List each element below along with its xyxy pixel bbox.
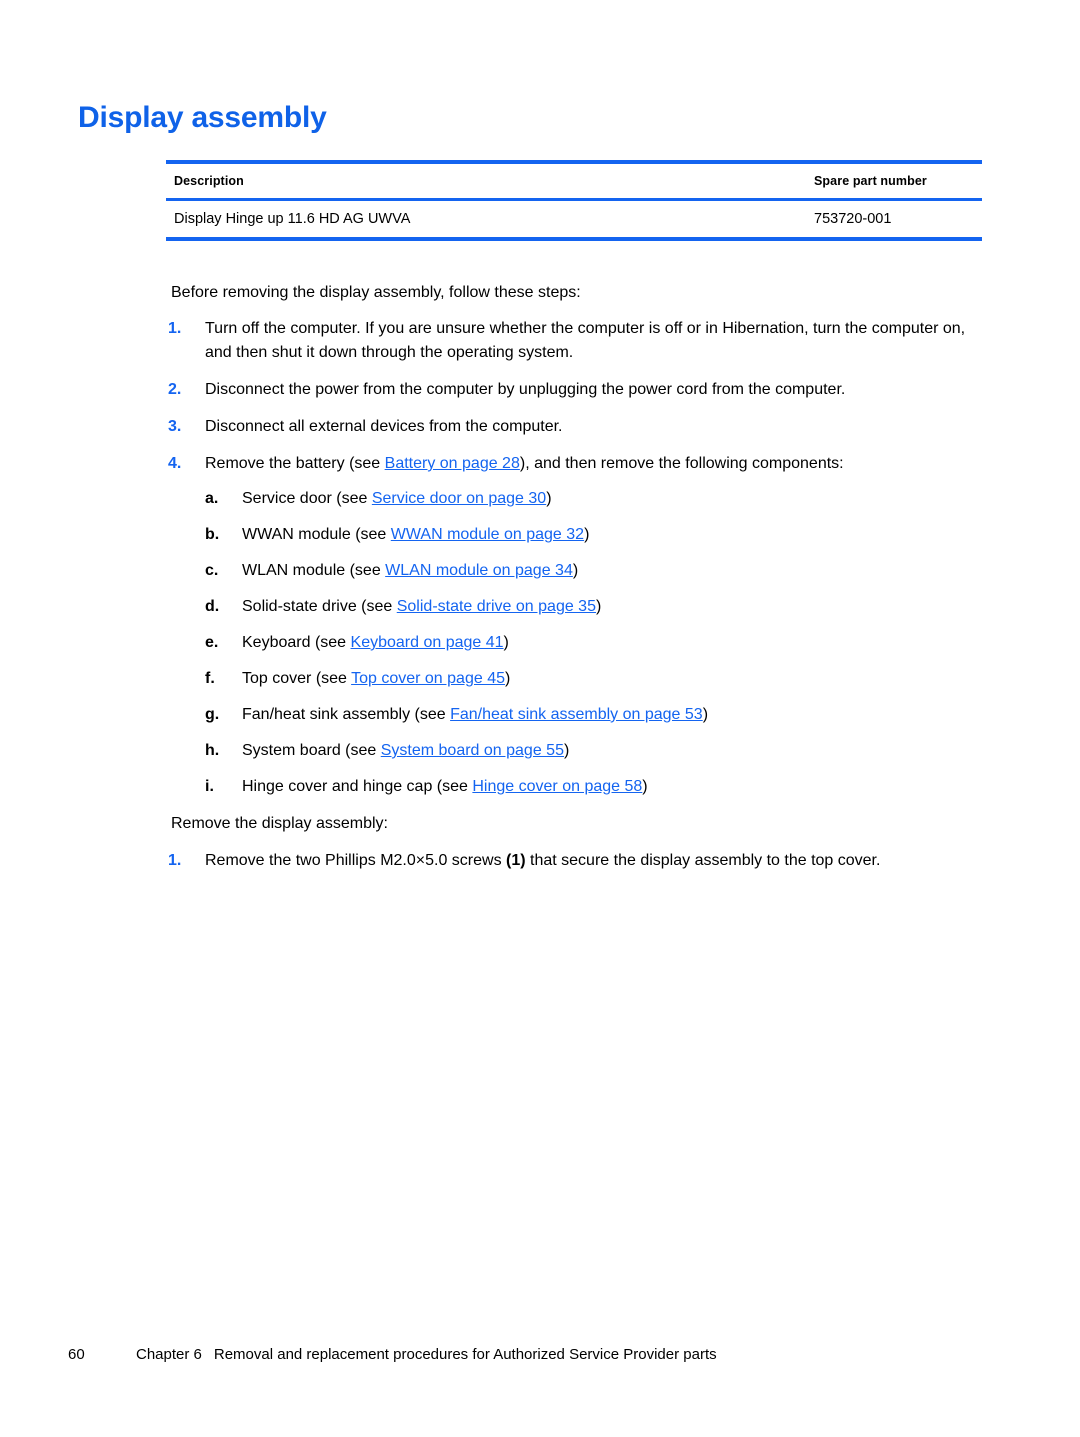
substep-text-prefix: Keyboard (see — [242, 634, 351, 651]
preparation-step-list: 1. Turn off the computer. If you are uns… — [168, 317, 1080, 489]
step-text-suffix: that secure the display assembly to the … — [525, 852, 881, 869]
step-marker: 4. — [168, 455, 182, 472]
footer-chapter-title: Removal and replacement procedures for A… — [213, 1346, 717, 1363]
table-header-row: Description Spare part number — [166, 164, 982, 198]
step-text: Disconnect all external devices from the… — [205, 418, 563, 435]
column-header-spare-part-number: Spare part number — [814, 174, 927, 188]
cell-spare-part-number: 753720-001 — [814, 211, 892, 227]
table-bottom-rule — [166, 237, 982, 241]
substep-text-prefix: Solid-state drive (see — [242, 598, 397, 615]
substep-text-suffix: ) — [584, 526, 590, 543]
substep-marker: e. — [205, 634, 219, 651]
intro-paragraph: Before removing the display assembly, fo… — [171, 284, 581, 301]
link-keyboard[interactable]: Keyboard on page 41 — [351, 634, 504, 651]
table-row: Display Hinge up 11.6 HD AG UWVA 753720-… — [166, 201, 982, 237]
substep-marker: g. — [205, 706, 220, 723]
substep-marker: d. — [205, 598, 220, 615]
step-item: 2. Disconnect the power from the compute… — [168, 378, 1080, 402]
step-item: 4. Remove the battery (see Battery on pa… — [168, 452, 1080, 476]
substep-item: i. Hinge cover and hinge cap (see Hinge … — [205, 775, 1080, 799]
substep-text: Hinge cover and hinge cap (see Hinge cov… — [242, 775, 648, 799]
substep-text: Top cover (see Top cover on page 45) — [242, 667, 510, 691]
substep-text: Solid-state drive (see Solid-state drive… — [242, 595, 601, 619]
step-text: Remove the two Phillips M2.0×5.0 screws … — [205, 849, 880, 873]
substep-marker: a. — [205, 490, 219, 507]
step-marker: 1. — [168, 320, 182, 337]
substep-marker: c. — [205, 562, 219, 579]
step-text: Remove the battery (see Battery on page … — [205, 452, 844, 476]
substep-item: b. WWAN module (see WWAN module on page … — [205, 523, 1080, 547]
substep-text-suffix: ) — [572, 562, 579, 579]
screw-callout-1: (1) — [506, 852, 526, 869]
substep-marker: i. — [205, 778, 214, 795]
removal-intro-paragraph: Remove the display assembly: — [171, 815, 388, 832]
step-text-prefix: Remove the battery (see — [205, 455, 385, 472]
removal-step-list: 1. Remove the two Phillips M2.0×5.0 scre… — [168, 849, 1080, 886]
substep-item: h. System board (see System board on pag… — [205, 739, 1080, 763]
column-header-description: Description — [174, 174, 244, 188]
substep-item: e. Keyboard (see Keyboard on page 41) — [205, 631, 1080, 655]
component-sublist: a. Service door (see Service door on pag… — [205, 487, 1080, 811]
substep-text-prefix: Top cover (see — [242, 670, 352, 687]
step-marker: 2. — [168, 381, 182, 398]
substep-text-prefix: Service door (see — [242, 490, 372, 507]
cell-description: Display Hinge up 11.6 HD AG UWVA — [174, 211, 411, 227]
substep-item: f. Top cover (see Top cover on page 45) — [205, 667, 1080, 691]
page-footer: 60 Chapter 6 Removal and replacement pro… — [68, 1345, 1018, 1365]
substep-item: g. Fan/heat sink assembly (see Fan/heat … — [205, 703, 1080, 727]
parts-table: Description Spare part number Display Hi… — [166, 160, 982, 241]
footer-page-number: 60 — [68, 1346, 85, 1363]
substep-text: WWAN module (see WWAN module on page 32) — [242, 523, 589, 547]
substep-marker: f. — [205, 670, 215, 687]
link-service-door[interactable]: Service door on page 30 — [372, 490, 546, 507]
substep-item: c. WLAN module (see WLAN module on page … — [205, 559, 1080, 583]
page-title: Display assembly — [78, 101, 327, 134]
link-system-board[interactable]: System board on page 55 — [381, 742, 564, 759]
substep-text-suffix: ) — [546, 490, 552, 507]
substep-text-suffix: ) — [702, 706, 709, 723]
document-page: Display assembly Description Spare part … — [0, 0, 1080, 1437]
link-hinge-cover[interactable]: Hinge cover on page 58 — [472, 778, 642, 795]
substep-text-prefix: Fan/heat sink assembly (see — [242, 706, 451, 723]
substep-text-prefix: Hinge cover and hinge cap (see — [242, 778, 473, 795]
link-battery[interactable]: Battery on page 28 — [385, 455, 520, 472]
step-text: Disconnect the power from the computer b… — [205, 381, 846, 398]
substep-text-suffix: ) — [595, 598, 602, 615]
step-text: Turn off the computer. If you are unsure… — [205, 320, 966, 361]
substep-text: WLAN module (see WLAN module on page 34) — [242, 559, 578, 583]
substep-marker: h. — [205, 742, 220, 759]
substep-text: Service door (see Service door on page 3… — [242, 487, 552, 511]
step-item: 1. Remove the two Phillips M2.0×5.0 scre… — [168, 849, 1080, 873]
substep-text-suffix: ) — [642, 778, 648, 795]
substep-text-suffix: ) — [563, 742, 570, 759]
link-solid-state-drive[interactable]: Solid-state drive on page 35 — [397, 598, 596, 615]
substep-text: System board (see System board on page 5… — [242, 739, 569, 763]
link-top-cover[interactable]: Top cover on page 45 — [351, 670, 505, 687]
substep-text-prefix: System board (see — [242, 742, 381, 759]
footer-chapter: Chapter 6 — [136, 1346, 202, 1363]
substep-item: a. Service door (see Service door on pag… — [205, 487, 1080, 511]
step-marker: 1. — [168, 852, 182, 869]
link-wlan-module[interactable]: WLAN module on page 34 — [385, 562, 573, 579]
step-item: 3. Disconnect all external devices from … — [168, 415, 1080, 439]
step-item: 1. Turn off the computer. If you are uns… — [168, 317, 1080, 365]
step-text-suffix: ), and then remove the following compone… — [519, 455, 844, 472]
substep-text-prefix: WWAN module (see — [242, 526, 391, 543]
link-wwan-module[interactable]: WWAN module on page 32 — [391, 526, 584, 543]
substep-marker: b. — [205, 526, 220, 543]
substep-item: d. Solid-state drive (see Solid-state dr… — [205, 595, 1080, 619]
link-fan-heat-sink-assembly[interactable]: Fan/heat sink assembly on page 53 — [450, 706, 703, 723]
substep-text-suffix: ) — [503, 634, 509, 651]
step-text-prefix: Remove the two Phillips M2.0×5.0 screws — [205, 852, 507, 869]
substep-text: Keyboard (see Keyboard on page 41) — [242, 631, 509, 655]
substep-text-suffix: ) — [504, 670, 511, 687]
step-marker: 3. — [168, 418, 182, 435]
substep-text: Fan/heat sink assembly (see Fan/heat sin… — [242, 703, 708, 727]
substep-text-prefix: WLAN module (see — [242, 562, 386, 579]
